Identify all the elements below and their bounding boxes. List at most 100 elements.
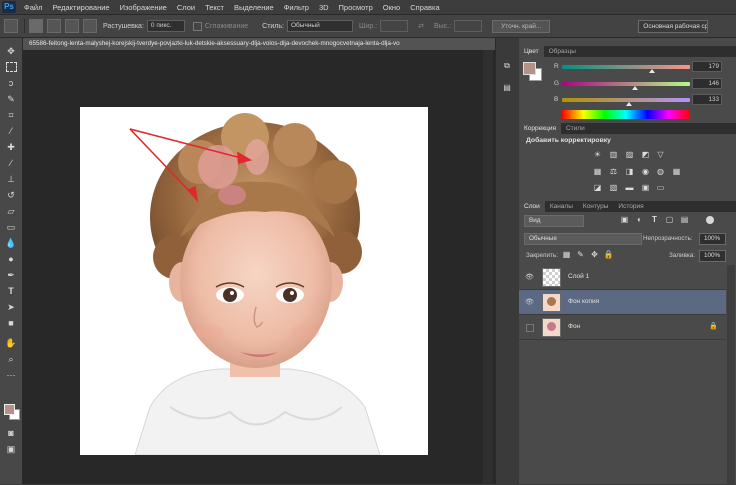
workspace-select[interactable]: Основная рабочая среда <box>638 19 709 33</box>
crop-tool-icon[interactable]: ⌗ <box>5 110 17 121</box>
properties-panel-icon[interactable]: ▤ <box>501 82 513 93</box>
marquee-preset-icon[interactable] <box>4 19 18 33</box>
green-slider[interactable] <box>562 82 690 86</box>
new-selection-icon[interactable] <box>29 19 43 33</box>
intersect-selection-icon[interactable] <box>83 19 97 33</box>
swap-icon[interactable]: ⇄ <box>418 22 424 30</box>
tab-channels[interactable]: Каналы <box>545 201 578 212</box>
channel-mixer-icon[interactable]: ◍ <box>655 167 666 177</box>
healing-brush-tool-icon[interactable]: ✚ <box>5 142 17 153</box>
filter-pixel-icon[interactable]: ▣ <box>619 215 630 225</box>
hue-saturation-icon[interactable]: ▦ <box>592 167 603 177</box>
fill-input[interactable]: 100% <box>699 250 726 262</box>
posterize-icon[interactable]: ▧ <box>608 183 619 193</box>
slider-thumb[interactable] <box>648 69 655 73</box>
color-spectrum-ramp[interactable] <box>562 110 690 119</box>
document-tab[interactable]: 65586-feitong-lenta-malyshej-korejskij-t… <box>23 38 499 50</box>
filter-adjustment-icon[interactable]: ◐ <box>634 215 645 225</box>
photo-filter-icon[interactable]: ◉ <box>640 167 651 177</box>
black-white-icon[interactable]: ◨ <box>624 167 635 177</box>
fg-color-swatch[interactable] <box>523 62 536 75</box>
subtract-selection-icon[interactable] <box>65 19 79 33</box>
foreground-color-swatch[interactable] <box>4 404 15 415</box>
gradient-tool-icon[interactable]: ▭ <box>5 222 17 233</box>
layer-filter-select[interactable]: Вид <box>524 215 584 227</box>
menu-file[interactable]: Файл <box>19 3 47 12</box>
lasso-tool-icon[interactable]: ↄ <box>5 78 17 89</box>
path-select-tool-icon[interactable]: ➤ <box>5 302 17 313</box>
lock-image-icon[interactable]: ✎ <box>575 250 586 260</box>
history-brush-tool-icon[interactable]: ↺ <box>5 190 17 201</box>
width-input[interactable] <box>380 20 409 32</box>
selective-color-icon[interactable]: ▣ <box>640 183 651 193</box>
threshold-icon[interactable]: ▬ <box>624 183 635 193</box>
layer-row[interactable]: Фон 🔒 <box>519 315 726 340</box>
opacity-input[interactable]: 100% <box>699 233 726 245</box>
tab-swatches[interactable]: Образцы <box>544 46 581 57</box>
vibrance-icon[interactable]: ▽ <box>655 150 666 160</box>
layer-name[interactable]: Слой 1 <box>568 273 589 280</box>
pen-tool-icon[interactable]: ✒ <box>5 270 17 281</box>
green-value[interactable]: 146 <box>692 78 722 89</box>
history-panel-icon[interactable]: ⧉ <box>501 60 513 71</box>
layers-scrollbar[interactable] <box>727 265 735 485</box>
visibility-eye-icon[interactable]: 👁 <box>525 298 534 306</box>
blend-mode-select[interactable]: Обычные <box>524 233 642 245</box>
menu-select[interactable]: Выделение <box>229 3 279 12</box>
menu-view[interactable]: Просмотр <box>334 3 378 12</box>
menu-layers[interactable]: Слои <box>172 3 200 12</box>
layer-row[interactable]: 👁 Слой 1 <box>519 265 726 290</box>
gradient-map-icon[interactable]: ▭ <box>655 183 666 193</box>
visibility-off-checkbox[interactable] <box>526 324 534 332</box>
menu-window[interactable]: Окно <box>378 3 405 12</box>
tab-color[interactable]: Цвет <box>519 46 544 57</box>
zoom-tool-icon[interactable]: ⌕ <box>5 354 17 365</box>
filter-toggle[interactable] <box>706 216 714 224</box>
menu-edit[interactable]: Редактирование <box>47 3 114 12</box>
exposure-icon[interactable]: ◩ <box>640 150 651 160</box>
menu-image[interactable]: Изображение <box>115 3 172 12</box>
marquee-tool-icon[interactable] <box>6 62 17 72</box>
invert-icon[interactable]: ◪ <box>592 183 603 193</box>
layer-name[interactable]: Фон копия <box>568 298 599 305</box>
photoshop-logo-icon[interactable]: Ps <box>2 1 16 13</box>
style-select[interactable]: Обычный <box>287 20 353 32</box>
brush-tool-icon[interactable]: ∕ <box>5 158 17 169</box>
brightness-icon[interactable]: ☀ <box>592 150 603 160</box>
lock-transparent-icon[interactable]: ▦ <box>561 250 572 260</box>
color-lookup-icon[interactable]: ▦ <box>671 167 682 177</box>
lock-position-icon[interactable]: ✥ <box>589 250 600 260</box>
eyedropper-tool-icon[interactable]: ⁄ <box>5 126 17 137</box>
screen-mode-icon[interactable]: ▣ <box>5 444 17 455</box>
tab-history[interactable]: История <box>613 201 648 212</box>
vertical-scrollbar[interactable] <box>483 50 493 484</box>
menu-type[interactable]: Текст <box>200 3 229 12</box>
visibility-eye-icon[interactable]: 👁 <box>525 273 534 281</box>
red-slider[interactable] <box>562 65 690 69</box>
menu-filter[interactable]: Фильтр <box>279 3 314 12</box>
lock-all-icon[interactable]: 🔒 <box>603 250 614 260</box>
slider-thumb[interactable] <box>631 86 638 90</box>
blur-tool-icon[interactable]: 💧 <box>5 238 17 249</box>
color-balance-icon[interactable]: ⚖ <box>608 167 619 177</box>
red-value[interactable]: 179 <box>692 61 722 72</box>
shape-tool-icon[interactable]: ■ <box>5 318 17 329</box>
type-tool-icon[interactable]: T <box>5 286 17 297</box>
tab-layers[interactable]: Слои <box>519 201 545 212</box>
antialias-checkbox[interactable] <box>192 21 202 31</box>
tab-styles[interactable]: Стили <box>561 123 590 134</box>
layer-name[interactable]: Фон <box>568 323 580 330</box>
levels-icon[interactable]: ▥ <box>608 150 619 160</box>
filter-type-icon[interactable]: T <box>649 215 660 225</box>
eraser-tool-icon[interactable]: ▱ <box>5 206 17 217</box>
move-tool-icon[interactable]: ✥ <box>5 46 17 57</box>
dodge-tool-icon[interactable]: ● <box>5 254 17 265</box>
hand-tool-icon[interactable]: ✋ <box>5 338 17 349</box>
refine-edge-button[interactable]: Уточн. край... <box>492 19 551 33</box>
edit-toolbar-icon[interactable]: ⋯ <box>5 370 17 381</box>
tab-adjustments[interactable]: Коррекция <box>519 123 561 134</box>
document-canvas[interactable] <box>80 107 428 455</box>
tab-paths[interactable]: Контуры <box>578 201 614 212</box>
curves-icon[interactable]: ▨ <box>624 150 635 160</box>
filter-shape-icon[interactable]: ▢ <box>664 215 675 225</box>
